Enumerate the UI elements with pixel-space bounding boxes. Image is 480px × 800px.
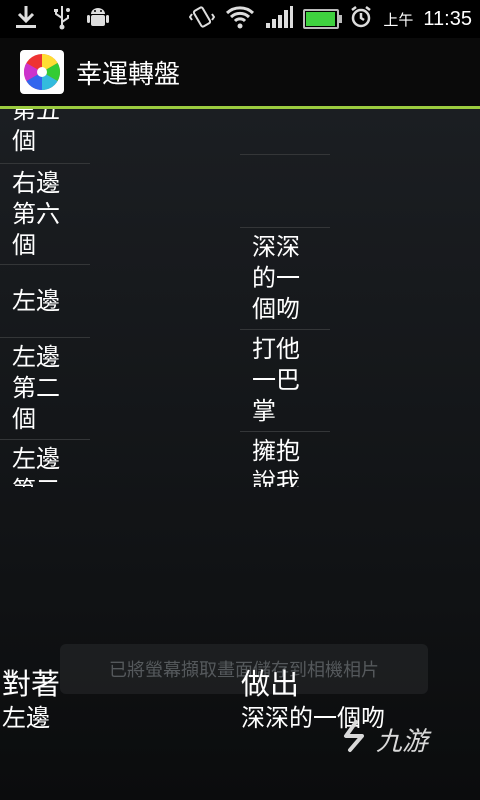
battery-level-fill — [306, 12, 336, 26]
watermark: 九游 — [342, 719, 428, 760]
action-wheel-picker[interactable]: 深深 的一 個吻 打他 一巴 掌 擁抱 說我 — [240, 109, 330, 487]
signal-icon — [265, 5, 294, 33]
android-debug-icon — [86, 4, 110, 34]
usb-icon — [52, 4, 72, 34]
wheel-right-option[interactable]: 深深 的一 個吻 — [240, 227, 330, 329]
alarm-icon — [349, 5, 373, 33]
wifi-icon — [225, 5, 255, 33]
status-time: 11:35 — [423, 7, 472, 30]
wheel-left-option[interactable]: 左邊 — [0, 264, 90, 337]
wheel-left-option[interactable]: 左邊 第二 個 — [0, 337, 90, 439]
battery-icon — [303, 9, 343, 29]
option-label: 擁抱 說我 — [252, 437, 300, 487]
wheel-right-option[interactable] — [240, 154, 330, 227]
option-label: 第五 個 — [12, 109, 60, 155]
option-label: 左邊 第二 個 — [12, 343, 60, 433]
option-label: 深深 的一 個吻 — [252, 233, 300, 323]
wheel-right-option[interactable] — [240, 109, 330, 154]
option-label: 打他 一巴 掌 — [252, 335, 300, 425]
status-bar: 上午 11:35 — [0, 0, 480, 38]
app-title: 幸運轉盤 — [76, 59, 181, 90]
wheel-right-option[interactable]: 擁抱 說我 — [240, 431, 330, 487]
result-left: 對著 左邊 — [2, 667, 60, 735]
watermark-text: 九游 — [376, 727, 429, 757]
option-label: 左邊 第三 — [12, 445, 60, 487]
option-label: 右邊 第六 個 — [12, 169, 60, 259]
result-right-title: 做出 — [241, 667, 300, 701]
result-left-title: 對著 — [2, 667, 61, 701]
status-ampm: 上午 — [383, 10, 414, 29]
watermark-logo-icon — [342, 719, 370, 760]
action-bar: 幸運轉盤 — [0, 38, 480, 106]
app-wheel-icon — [20, 50, 64, 94]
wheel-left-option[interactable]: 右邊 第六 個 — [0, 163, 90, 264]
download-icon — [14, 4, 38, 34]
wheel-left-option[interactable]: 第五 個 — [0, 109, 90, 163]
option-label: 左邊 — [12, 286, 60, 315]
wheel-right-option[interactable]: 打他 一巴 掌 — [240, 329, 330, 431]
direction-wheel-picker[interactable]: 第五 個 右邊 第六 個 左邊 左邊 第二 個 左邊 第三 — [0, 109, 90, 487]
wheel-left-option[interactable]: 左邊 第三 — [0, 439, 90, 487]
result-left-value: 左邊 — [2, 704, 50, 732]
main-content: 第五 個 右邊 第六 個 左邊 左邊 第二 個 左邊 第三 深深 的一 個吻 打… — [0, 109, 480, 800]
vibrate-icon — [189, 4, 216, 34]
